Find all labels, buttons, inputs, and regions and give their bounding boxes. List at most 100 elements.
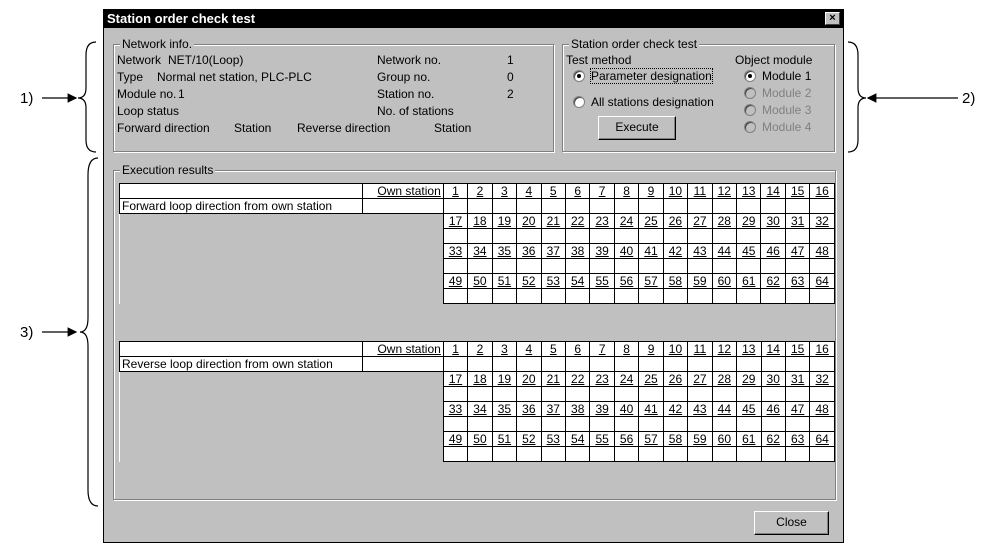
station-result-cell xyxy=(613,198,640,214)
station-result-cell xyxy=(589,198,615,214)
station-number-cell: 13 xyxy=(736,341,762,357)
spacer-cell xyxy=(119,228,362,244)
station-number-cell: 23 xyxy=(589,213,615,229)
station-number-cell: 7 xyxy=(589,341,615,357)
module-1-radio[interactable] xyxy=(744,70,756,82)
spacer-cell xyxy=(119,416,363,432)
station-result-cell xyxy=(736,386,762,402)
station-number-cell: 26 xyxy=(662,213,689,229)
station-number-cell: 8 xyxy=(613,183,640,199)
station-result-cell xyxy=(467,446,493,462)
station-result-cell xyxy=(564,258,591,274)
station-number-cell: 62 xyxy=(760,273,786,289)
station-number-cell: 31 xyxy=(784,371,811,387)
station-result-cell xyxy=(442,288,469,304)
station-result-cell xyxy=(491,416,518,432)
station-number-cell: 16 xyxy=(809,341,835,357)
station-number-cell: 50 xyxy=(467,431,493,447)
station-result-cell xyxy=(540,258,566,274)
module-4-radio xyxy=(744,121,756,133)
station-number-cell: 24 xyxy=(613,213,640,229)
group-no-value: 0 xyxy=(507,70,514,84)
station-number-cell: 61 xyxy=(736,431,762,447)
station-number-cell: 27 xyxy=(687,371,713,387)
all-stations-label[interactable]: All stations designation xyxy=(591,95,714,109)
station-number-cell: 16 xyxy=(809,183,835,199)
module-1-label[interactable]: Module 1 xyxy=(762,69,811,83)
station-number-cell: 32 xyxy=(809,371,835,387)
all-stations-radio[interactable] xyxy=(573,96,585,108)
station-result-cell xyxy=(516,288,542,304)
station-result-cell xyxy=(491,228,518,244)
station-result-cell xyxy=(516,258,542,274)
close-icon[interactable]: × xyxy=(825,12,840,25)
station-result-cell xyxy=(687,386,713,402)
station-result-cell xyxy=(687,288,713,304)
network-value: NET/10(Loop) xyxy=(168,53,244,67)
station-result-cell xyxy=(613,446,640,462)
station-number-cell: 62 xyxy=(760,431,786,447)
network-no-label: Network no. xyxy=(377,53,442,67)
station-result-cell xyxy=(516,386,542,402)
object-module-label: Object module xyxy=(735,53,813,67)
station-result-cell xyxy=(809,228,835,244)
station-result-cell xyxy=(564,198,591,214)
station-number-cell: 44 xyxy=(711,243,738,259)
test-method-label: Test method xyxy=(566,53,632,67)
station-number-cell: 40 xyxy=(613,243,640,259)
station-result-cell xyxy=(540,198,566,214)
spacer-cell xyxy=(119,431,363,447)
station-number-cell: 33 xyxy=(442,401,469,417)
station-result-cell xyxy=(613,356,640,372)
station-number-cell: 30 xyxy=(760,213,786,229)
station-result-cell xyxy=(736,228,762,244)
station-result-cell xyxy=(589,416,615,432)
station-result-cell xyxy=(638,258,664,274)
station-result-cell xyxy=(760,356,786,372)
own-station-result xyxy=(361,198,444,214)
station-number-cell: 24 xyxy=(613,371,640,387)
station-number-cell: 14 xyxy=(760,341,786,357)
station-number-cell: 12 xyxy=(711,183,738,199)
station-number-cell: 64 xyxy=(809,431,835,447)
station-result-cell xyxy=(760,228,786,244)
execution-results-title: Execution results xyxy=(120,163,216,177)
station-number-cell: 35 xyxy=(491,243,518,259)
param-designation-radio[interactable] xyxy=(573,70,585,82)
station-result-cell xyxy=(784,258,811,274)
direction-label: Reverse loop direction from own station xyxy=(119,356,363,372)
execute-button[interactable]: Execute xyxy=(598,116,676,140)
station-number-cell: 38 xyxy=(564,401,591,417)
spacer-cell xyxy=(362,213,444,229)
station-number-cell: 58 xyxy=(662,431,689,447)
station-result-cell xyxy=(467,416,493,432)
station-result-cell xyxy=(784,288,811,304)
station-result-cell xyxy=(638,416,664,432)
station-result-cell xyxy=(491,386,518,402)
station-no-value: 2 xyxy=(507,87,514,101)
station-result-cell xyxy=(638,356,664,372)
module-3-radio xyxy=(744,104,756,116)
network-label: Network xyxy=(117,53,162,67)
spacer-cell xyxy=(362,243,444,259)
execution-results-group: Execution results Own station 1 2 3 4 5 6 7 8 9 10… xyxy=(113,163,836,500)
forward-station-label: Station xyxy=(234,121,272,135)
station-result-cell xyxy=(638,446,664,462)
station-number-cell: 52 xyxy=(516,273,542,289)
station-number-cell: 26 xyxy=(662,371,689,387)
module-2-label: Module 2 xyxy=(762,86,812,100)
module-no-value: 1 xyxy=(178,87,185,101)
station-number-cell: 57 xyxy=(638,431,664,447)
station-number-cell: 54 xyxy=(564,273,591,289)
station-result-cell xyxy=(809,446,835,462)
station-result-cell xyxy=(564,416,591,432)
station-number-cell: 15 xyxy=(784,341,811,357)
spacer-cell xyxy=(119,371,363,387)
param-designation-label[interactable]: Parameter designation xyxy=(590,68,713,84)
station-result-cell xyxy=(613,288,640,304)
close-button[interactable]: Close xyxy=(754,511,829,535)
station-result-cell xyxy=(809,356,835,372)
num-stations-label: No. of stations xyxy=(377,104,454,118)
station-result-cell xyxy=(736,258,762,274)
station-number-cell: 60 xyxy=(711,273,738,289)
